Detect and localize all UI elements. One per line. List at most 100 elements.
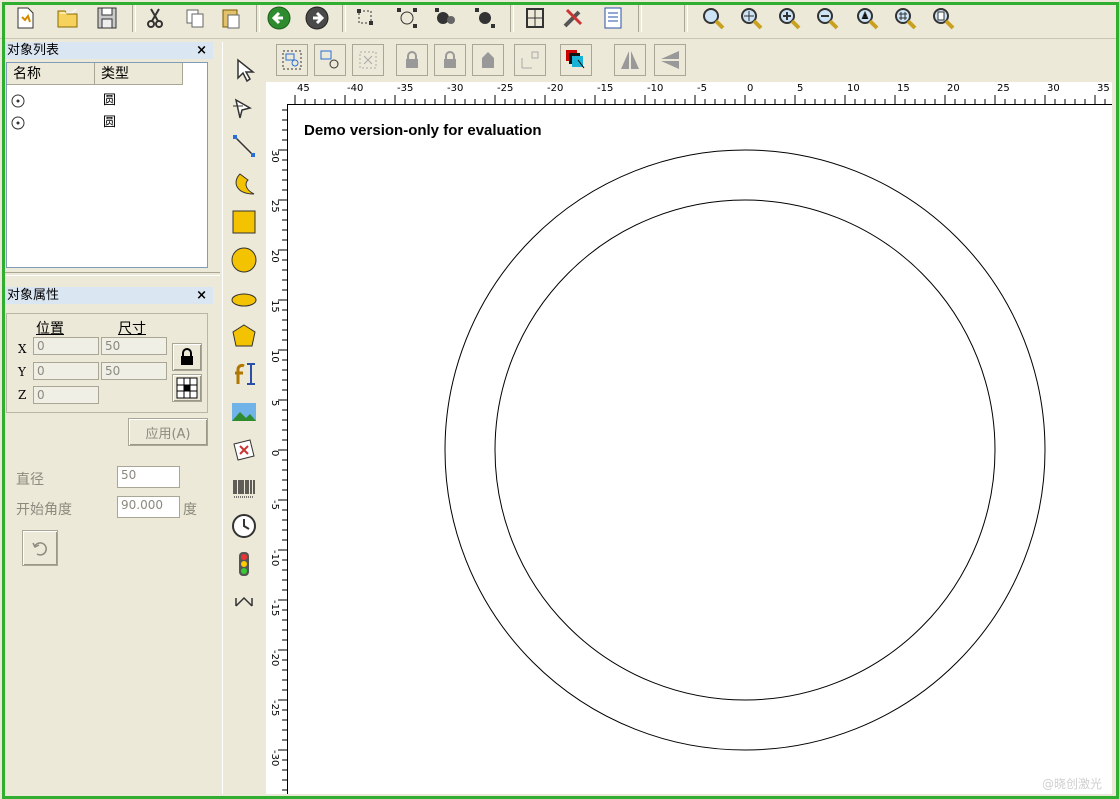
zoom-pan-icon[interactable] <box>736 3 766 33</box>
node-select-icon[interactable] <box>392 3 422 33</box>
undo-icon[interactable] <box>264 3 294 33</box>
zoom-in-icon[interactable] <box>774 3 804 33</box>
vector-file-tool[interactable] <box>228 434 260 466</box>
main-toolbar <box>0 0 1119 39</box>
polygon-tool[interactable] <box>228 320 260 352</box>
ungroup-button[interactable] <box>314 44 346 76</box>
node-edit-icon[interactable] <box>352 3 382 33</box>
lock-group-button[interactable] <box>352 44 384 76</box>
ruler-label: -15 <box>269 600 280 616</box>
diameter-field[interactable]: 50 <box>117 466 180 488</box>
ruler-label: 25 <box>269 200 280 213</box>
parameter-list-icon[interactable] <box>598 3 628 33</box>
circle-tool[interactable] <box>228 244 260 276</box>
unlock-button[interactable] <box>434 44 466 76</box>
extend-axis-icon <box>235 596 253 607</box>
x-position-field[interactable]: 0 <box>33 337 99 355</box>
close-icon[interactable]: × <box>196 287 207 304</box>
drawing-canvas[interactable]: Demo version-only for evaluation @晓创激光 <box>288 105 1112 794</box>
reverse-order-button[interactable] <box>514 44 546 76</box>
paste-icon[interactable] <box>216 3 246 33</box>
save-icon[interactable] <box>92 3 122 33</box>
curve-icon <box>235 173 255 195</box>
y-position-field[interactable]: 0 <box>33 362 99 380</box>
anchor-point-button[interactable] <box>172 374 202 402</box>
vertical-ruler: 302520151050-5-10-15-20-25-30-35 <box>266 104 288 794</box>
mirror-horizontal-button[interactable] <box>614 44 646 76</box>
extend-axis-tool[interactable] <box>228 586 260 618</box>
curve-tool[interactable] <box>228 168 260 200</box>
y-size-field[interactable]: 50 <box>101 362 167 380</box>
new-file-icon[interactable] <box>10 3 40 33</box>
io-port-tool[interactable] <box>228 548 260 580</box>
ruler-label: 15 <box>897 83 910 94</box>
ruler-label: 30 <box>269 150 280 163</box>
timer-tool[interactable] <box>228 510 260 542</box>
unlock-all-button[interactable] <box>472 44 504 76</box>
cut-icon[interactable] <box>140 3 170 33</box>
y-label: Y <box>18 365 26 379</box>
ruler-label: 25 <box>997 83 1010 94</box>
group-button[interactable] <box>276 44 308 76</box>
direction-button[interactable] <box>22 530 58 566</box>
node-smooth-icon[interactable] <box>470 3 500 33</box>
tools-icon[interactable] <box>558 3 588 33</box>
start-angle-field[interactable]: 90.000 <box>117 496 180 518</box>
apply-button[interactable]: 应用(A) <box>128 418 208 446</box>
object-list-title: 对象列表 <box>7 43 60 58</box>
unlock-all-icon <box>482 52 494 68</box>
circle-icon <box>231 247 257 273</box>
copy-icon[interactable] <box>180 3 210 33</box>
column-header-type[interactable]: 类型 <box>95 63 183 85</box>
node-merge-icon[interactable] <box>430 3 460 33</box>
barcode-tool[interactable] <box>228 472 260 504</box>
circle-object[interactable] <box>444 149 1046 751</box>
image-icon <box>232 403 256 421</box>
rotate-direction-icon <box>32 542 47 556</box>
node-edit-tool[interactable] <box>228 92 260 124</box>
image-tool[interactable] <box>228 396 260 428</box>
color-layer-button[interactable] <box>560 44 592 76</box>
splitter[interactable] <box>4 272 220 276</box>
redo-icon[interactable] <box>302 3 332 33</box>
anchor-grid-icon <box>176 377 198 399</box>
drawing-toolbar <box>222 42 265 794</box>
text-icon <box>235 363 255 385</box>
sort-order-icon <box>521 51 539 69</box>
zoom-page-icon[interactable] <box>928 3 958 33</box>
open-folder-icon[interactable] <box>52 3 82 33</box>
select-tool[interactable] <box>228 54 260 86</box>
x-size-field[interactable]: 50 <box>101 337 167 355</box>
line-tool[interactable] <box>228 130 260 162</box>
circle-object[interactable] <box>494 199 996 701</box>
lock-ratio-button[interactable] <box>172 343 202 371</box>
ruler-label: 15 <box>269 300 280 313</box>
color-layer-icon <box>566 50 585 69</box>
column-header-name[interactable]: 名称 <box>7 63 95 85</box>
lock-button[interactable] <box>396 44 428 76</box>
ellipse-tool[interactable] <box>228 282 260 314</box>
list-item[interactable]: 圆 <box>7 112 207 134</box>
z-position-field[interactable]: 0 <box>33 386 99 404</box>
zoom-all-icon[interactable] <box>852 3 882 33</box>
zoom-out-icon[interactable] <box>812 3 842 33</box>
ruler-label: -40 <box>347 83 363 94</box>
list-item[interactable]: 圆 <box>7 90 207 112</box>
ruler-label: -10 <box>647 83 663 94</box>
hatch-icon[interactable] <box>520 3 550 33</box>
object-list[interactable]: 名称 类型 圆 圆 <box>6 62 208 268</box>
ruler-label: -20 <box>269 650 280 666</box>
ruler-label: -20 <box>547 83 563 94</box>
node-edit-icon <box>233 98 252 119</box>
x-label: X <box>18 342 27 356</box>
text-tool[interactable] <box>228 358 260 390</box>
ruler-label: 10 <box>269 350 280 363</box>
horizontal-ruler: 45 -40 -35 -30 -25 -20 -15 -10 -5 0 5 10 15 20 25 30 35 <box>287 82 1112 105</box>
vector-file-icon <box>233 439 255 461</box>
zoom-icon[interactable] <box>698 3 728 33</box>
zoom-grid-icon[interactable] <box>890 3 920 33</box>
mirror-vertical-button[interactable] <box>654 44 686 76</box>
rectangle-tool[interactable] <box>228 206 260 238</box>
close-icon[interactable]: × <box>196 42 207 59</box>
pointer-icon <box>237 58 256 83</box>
